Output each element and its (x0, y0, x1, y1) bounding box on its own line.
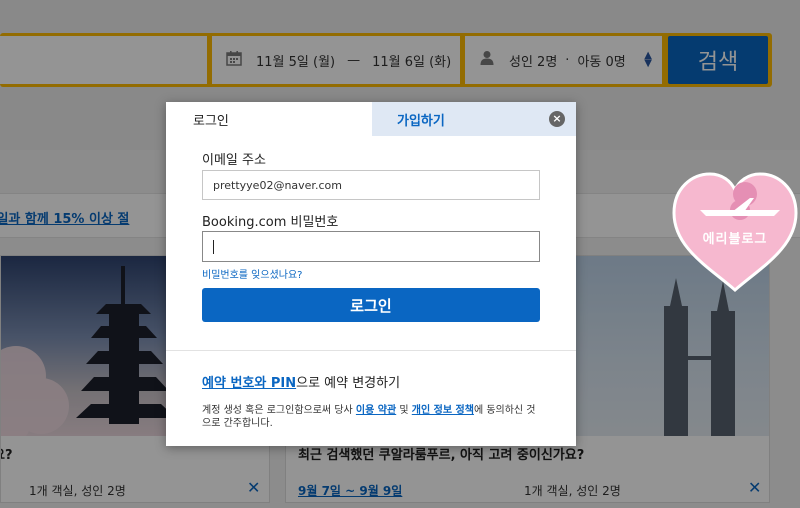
terms-of-use-link[interactable]: 이용 약관 (356, 405, 396, 416)
booking-pin-link[interactable]: 예약 번호와 PIN (202, 376, 296, 391)
modal-divider (166, 350, 576, 351)
terms-text: 및 (396, 405, 412, 416)
privacy-policy-link[interactable]: 개인 정보 정책 (412, 405, 474, 416)
terms-text: 계정 생성 혹은 로그인함으로써 당사 (202, 405, 356, 416)
manage-booking-line: 예약 번호와 PIN으로 예약 변경하기 (202, 372, 400, 391)
tab-signup[interactable]: 가입하기 (372, 102, 576, 136)
text-caret (213, 239, 214, 254)
password-label: Booking.com 비밀번호 (202, 215, 339, 230)
watermark-text: 에리블로그 (702, 232, 768, 247)
terms-notice: 계정 생성 혹은 로그인함으로써 당사 이용 약관 및 개인 정보 정책에 동의… (202, 404, 542, 430)
email-label: 이메일 주소 (202, 153, 266, 168)
forgot-password-link[interactable]: 비밀번호를 잊으셨나요? (202, 266, 303, 281)
password-field[interactable] (202, 231, 540, 262)
modal-tabs: 로그인 가입하기 × (166, 102, 576, 136)
login-button[interactable]: 로그인 (202, 288, 540, 322)
blog-watermark: 에리블로그 (670, 168, 800, 293)
manage-booking-text: 으로 예약 변경하기 (296, 376, 401, 391)
email-field[interactable]: prettyye02@naver.com (202, 170, 540, 200)
login-modal: 로그인 가입하기 × 이메일 주소 prettyye02@naver.com B… (166, 102, 576, 446)
close-icon[interactable]: × (549, 111, 565, 127)
email-value: prettyye02@naver.com (213, 178, 342, 192)
tab-login[interactable]: 로그인 (166, 102, 372, 136)
